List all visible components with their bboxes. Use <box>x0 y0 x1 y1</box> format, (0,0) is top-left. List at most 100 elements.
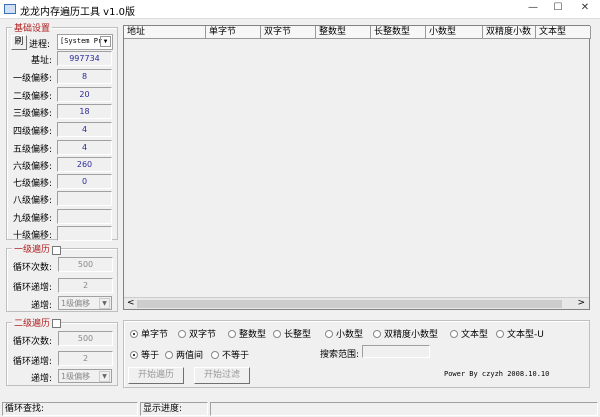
radio-icon <box>228 329 236 338</box>
loop1-count-field[interactable]: 500 <box>58 257 113 272</box>
type-radio[interactable]: 文本型 <box>450 327 488 340</box>
offset-field[interactable]: 997734 <box>57 51 112 66</box>
loop2-step-value: 1级偏移 <box>61 372 91 381</box>
radio-icon <box>450 329 458 338</box>
offset-label: 四级偏移: <box>12 127 52 137</box>
type-label: 文本型-U <box>507 330 544 340</box>
radio-icon <box>273 329 281 338</box>
loop1-legend: 一级遍历 <box>12 242 53 255</box>
chevron-down-icon: ▼ <box>99 371 110 382</box>
status-loop-find: 循环查找: <box>2 402 138 416</box>
compare-radio[interactable]: 等于 <box>130 348 159 361</box>
offset-label: 八级偏移: <box>12 196 52 206</box>
start-filter-button[interactable]: 开始过滤 <box>194 367 250 384</box>
maximize-button[interactable]: ☐ <box>545 2 571 16</box>
offset-field[interactable]: 4 <box>57 140 112 155</box>
chevron-down-icon: ▼ <box>99 298 110 309</box>
loop1-inc-label: 循环递增: <box>12 283 52 293</box>
compare-radio[interactable]: 不等于 <box>211 348 249 361</box>
loop2-step-select[interactable]: 1级偏移 ▼ <box>58 369 112 383</box>
compare-label: 不等于 <box>222 351 250 361</box>
refresh-button[interactable]: 刷 <box>11 35 27 50</box>
column-header[interactable]: 双字节 <box>261 26 316 39</box>
type-radio[interactable]: 双精度小数型 <box>373 327 438 340</box>
search-range-field[interactable] <box>362 345 430 358</box>
type-radio[interactable]: 长整型 <box>273 327 311 340</box>
type-radio[interactable]: 双字节 <box>178 327 216 340</box>
offset-label: 基址: <box>30 56 52 66</box>
offset-label: 九级偏移: <box>12 214 52 224</box>
app-icon <box>4 4 16 14</box>
radio-icon <box>130 350 138 359</box>
type-radio[interactable]: 文本型-U <box>496 327 544 340</box>
offset-label: 一级偏移: <box>12 74 52 84</box>
loop2-step-label: 递增: <box>30 374 52 384</box>
type-radio[interactable]: 小数型 <box>325 327 363 340</box>
loop1-count-label: 循环次数: <box>12 263 52 273</box>
start-traverse-button[interactable]: 开始遍历 <box>128 367 184 384</box>
process-select[interactable]: [System Pr ▼ <box>57 34 113 50</box>
offset-field[interactable]: 18 <box>57 104 112 119</box>
loop2-count-label: 循环次数: <box>12 337 52 347</box>
offset-field[interactable] <box>57 226 112 241</box>
offset-field[interactable] <box>57 209 112 224</box>
column-header[interactable]: 双精度小数 <box>483 26 536 39</box>
scroll-right-icon[interactable]: > <box>577 298 585 308</box>
loop1-step-select[interactable]: 1级偏移 ▼ <box>58 296 112 310</box>
type-label: 双字节 <box>189 330 217 340</box>
horizontal-scrollbar[interactable]: < > <box>124 297 589 309</box>
column-header[interactable]: 小数型 <box>426 26 483 39</box>
offset-field[interactable]: 260 <box>57 157 112 172</box>
credit-text: Power By czyzh 2008.10.10 <box>444 370 550 378</box>
loop2-inc-field[interactable]: 2 <box>58 351 113 366</box>
type-label: 整数型 <box>239 330 267 340</box>
offset-field[interactable]: 20 <box>57 87 112 102</box>
offset-label: 五级偏移: <box>12 145 52 155</box>
basic-settings-legend: 基础设置 <box>12 21 53 34</box>
status-progress: 显示进度: <box>140 402 208 416</box>
compare-label: 两值间 <box>176 351 204 361</box>
column-header[interactable]: 单字节 <box>206 26 261 39</box>
offset-field[interactable]: 0 <box>57 174 112 189</box>
type-label: 小数型 <box>336 330 364 340</box>
type-label: 文本型 <box>461 330 489 340</box>
offset-field[interactable]: 8 <box>57 69 112 84</box>
column-header[interactable]: 长整数型 <box>371 26 426 39</box>
offset-field[interactable] <box>57 191 112 206</box>
status-progress-bar <box>210 402 598 416</box>
type-radio[interactable]: 单字节 <box>130 327 168 340</box>
offset-label: 十级偏移: <box>12 231 52 241</box>
column-header[interactable]: 文本型 <box>536 26 591 39</box>
process-label: 进程: <box>29 40 51 50</box>
offset-field[interactable]: 4 <box>57 122 112 137</box>
compare-label: 等于 <box>141 351 160 361</box>
radio-icon <box>178 329 186 338</box>
loop2-checkbox[interactable] <box>52 319 61 328</box>
process-value: [System Pr <box>60 37 103 45</box>
loop1-step-label: 递增: <box>30 301 52 311</box>
type-label: 长整型 <box>284 330 312 340</box>
minimize-button[interactable]: — <box>520 2 546 16</box>
close-button[interactable]: ✕ <box>572 2 598 16</box>
column-header[interactable]: 地址 <box>124 26 206 39</box>
loop2-inc-label: 循环递增: <box>12 357 52 367</box>
radio-icon <box>373 329 381 338</box>
scrollbar-thumb[interactable] <box>137 300 562 308</box>
offset-label: 三级偏移: <box>12 109 52 119</box>
loop2-legend: 二级遍历 <box>12 316 53 329</box>
radio-icon <box>496 329 504 338</box>
title-bar: 龙龙内存遍历工具 v1.0版 — ☐ ✕ <box>0 0 600 19</box>
radio-icon <box>165 350 173 359</box>
type-label: 双精度小数型 <box>384 330 439 340</box>
loop1-checkbox[interactable] <box>52 246 61 255</box>
column-header[interactable]: 整数型 <box>316 26 371 39</box>
results-list[interactable]: 地址 单字节 双字节 整数型 长整数型 小数型 双精度小数 文本型 < > <box>123 25 591 310</box>
type-label: 单字节 <box>141 330 169 340</box>
type-radio[interactable]: 整数型 <box>228 327 266 340</box>
radio-icon <box>211 350 219 359</box>
loop1-inc-field[interactable]: 2 <box>58 278 113 293</box>
offset-label: 二级偏移: <box>12 92 52 102</box>
loop2-count-field[interactable]: 500 <box>58 331 113 346</box>
compare-radio[interactable]: 两值间 <box>165 348 203 361</box>
scroll-left-icon[interactable]: < <box>127 298 135 308</box>
